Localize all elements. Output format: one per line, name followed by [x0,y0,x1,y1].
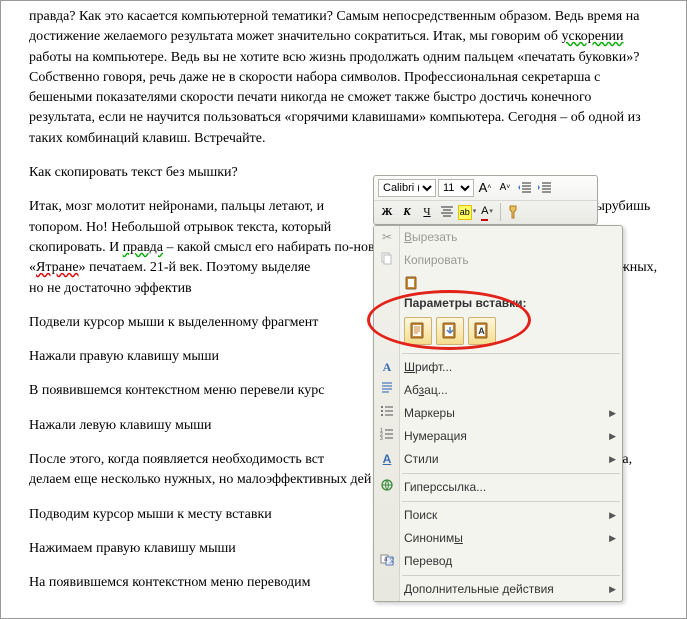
hyperlink-icon [378,478,396,497]
outdent-icon [518,181,532,195]
text-spellcheck: правда [123,240,163,255]
align-center-button[interactable] [438,203,456,221]
paragraph: правда? Как это касается компьютерной те… [29,7,658,149]
menu-label: Дополнительные действия [404,581,554,598]
menu-label: Нумерация [404,428,467,445]
translate-icon: a文 [378,552,396,571]
text-spellcheck: Ятране [36,260,79,275]
menu-numbering[interactable]: 123 Нумерация ▶ [374,425,622,448]
menu-font[interactable]: A Шрифт... [374,356,622,379]
font-name-select[interactable]: Calibri (С [378,179,436,197]
menu-label: Маркеры [404,405,455,422]
submenu-arrow-icon: ▶ [609,509,616,522]
mini-toolbar: Calibri (С 11 A˄ A˅ Ж К Ч ab▾ A▾ [373,175,598,225]
menu-label: Гиперссылка... [404,479,486,496]
text: » печатаем. 21-й век. Поэтому выделяе [79,260,311,275]
text: После этого, когда появляется необходимо… [29,452,324,467]
format-painter-button[interactable] [505,203,523,221]
menu-styles[interactable]: A Стили ▶ [374,448,622,471]
submenu-arrow-icon: ▶ [609,453,616,466]
decrease-indent-button[interactable] [516,179,534,197]
menu-copy[interactable]: Копировать [374,249,622,272]
menu-translate[interactable]: a文 Перевод [374,550,622,573]
context-menu: ✂ Вырезать Копировать Параметры вставки:… [373,225,623,602]
submenu-arrow-icon: ▶ [609,407,616,420]
bullets-icon [378,404,396,423]
clipboard-icon [404,279,418,293]
indent-icon [538,181,552,195]
copy-icon [378,251,396,270]
menu-synonyms[interactable]: Синонимы ▶ [374,527,622,550]
increase-indent-button[interactable] [536,179,554,197]
menu-more-actions[interactable]: Дополнительные действия ▶ [374,578,622,601]
font-color-button[interactable]: A▾ [478,203,496,221]
text: правда? Как это касается компьютерной те… [29,9,639,44]
menu-cut[interactable]: ✂ Вырезать [374,226,622,249]
clipboard-merge-icon [441,322,459,340]
paste-keep-source-button[interactable] [404,317,432,345]
submenu-arrow-icon: ▶ [609,532,616,545]
svg-text:文: 文 [389,557,394,565]
paste-merge-button[interactable] [436,317,464,345]
submenu-arrow-icon: ▶ [609,430,616,443]
font-icon: A [378,359,396,376]
numbering-icon: 123 [378,427,396,446]
text: Итак, мозг молотит нейронами, пальцы лет… [29,199,324,214]
submenu-arrow-icon: ▶ [609,583,616,596]
text-spellcheck: ускорении [562,29,624,44]
svg-text:3: 3 [380,436,383,441]
align-center-icon [440,205,454,219]
highlight-button[interactable]: ab▾ [458,203,476,221]
paste-options-label: Параметры вставки: [404,295,616,312]
menu-label: Поиск [404,507,437,524]
menu-search[interactable]: Поиск ▶ [374,504,622,527]
menu-paragraph[interactable]: Абзац... [374,379,622,402]
text: работы на компьютере. Ведь вы не хотите … [29,50,641,146]
bold-button[interactable]: Ж [378,203,396,221]
scissors-icon: ✂ [378,229,396,246]
styles-icon: A [378,451,396,468]
underline-button[interactable]: Ч [418,203,436,221]
italic-button[interactable]: К [398,203,416,221]
menu-label: Стили [404,451,439,468]
menu-hyperlink[interactable]: Гиперссылка... [374,476,622,499]
text: В появившемся контекстном меню перевели … [29,383,325,398]
menu-label: Перевод [404,553,452,570]
clipboard-formatted-icon [409,322,427,340]
brush-icon [507,205,521,219]
paragraph-icon [378,381,396,400]
paste-options-group: Параметры вставки: A [374,272,622,351]
menu-label: Копировать [404,252,469,269]
menu-label: В [404,230,412,244]
clipboard-text-icon: A [473,322,491,340]
paste-text-only-button[interactable]: A [468,317,496,345]
menu-bullets[interactable]: Маркеры ▶ [374,402,622,425]
svg-text:A: A [478,326,485,336]
font-size-select[interactable]: 11 [438,179,474,197]
menu-label: ырезать [412,230,457,244]
shrink-font-button[interactable]: A˅ [496,179,514,197]
grow-font-button[interactable]: A˄ [476,179,494,197]
